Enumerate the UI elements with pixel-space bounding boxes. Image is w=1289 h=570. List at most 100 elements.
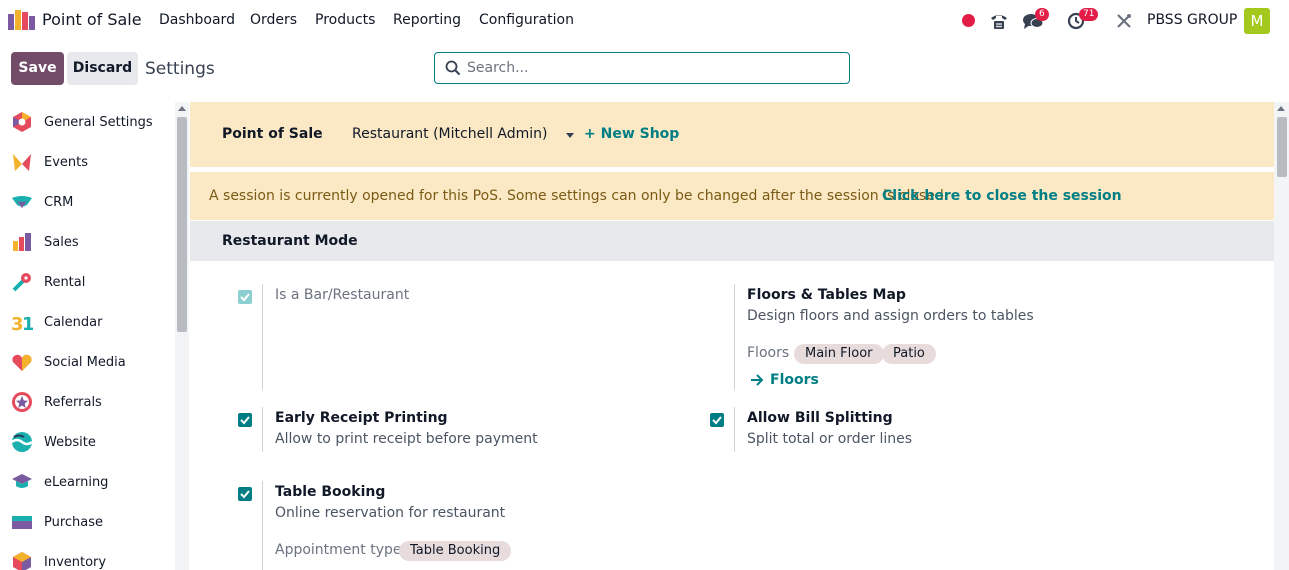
shop-label: Point of Sale — [222, 126, 323, 142]
sidebar-item-elearning[interactable]: eLearning — [0, 462, 175, 502]
sidebar-item-sales[interactable]: Sales — [0, 222, 175, 262]
sidebar-item-crm[interactable]: CRM — [0, 182, 175, 222]
crm-icon — [12, 196, 32, 208]
sidebar-item-label: Website — [44, 434, 96, 450]
floors-desc: Design floors and assign orders to table… — [747, 308, 1034, 324]
scrollbar-thumb[interactable] — [1277, 117, 1287, 177]
table-booking-desc: Online reservation for restaurant — [275, 505, 506, 521]
search-icon — [445, 60, 461, 76]
referrals-icon — [12, 392, 32, 412]
scroll-up-arrow-icon[interactable] — [178, 106, 186, 111]
menu-reporting[interactable]: Reporting — [393, 12, 461, 28]
sidebar-scrollbar[interactable] — [175, 102, 189, 570]
sidebar-item-general-settings[interactable]: General Settings — [0, 102, 175, 142]
check-icon — [240, 293, 250, 302]
sidebar-item-label: Inventory — [44, 554, 107, 570]
page-title: Settings — [145, 59, 215, 79]
session-alert: A session is currently opened for this P… — [190, 172, 1274, 220]
sidebar-item-calendar[interactable]: 3 1 Calendar — [0, 302, 175, 342]
early-receipt-title: Early Receipt Printing — [275, 410, 448, 426]
general-settings-icon — [13, 112, 31, 132]
sidebar-item-social-media[interactable]: Social Media — [0, 342, 175, 382]
appointment-type-label: Appointment type — [275, 542, 402, 558]
menu-dashboard[interactable]: Dashboard — [159, 12, 235, 28]
svg-text:1: 1 — [22, 314, 33, 333]
divider — [262, 407, 263, 452]
sidebar-item-label: Events — [44, 154, 89, 170]
sidebar-item-inventory[interactable]: Inventory — [0, 542, 175, 570]
discard-button[interactable]: Discard — [67, 52, 138, 85]
phone-icon[interactable] — [989, 12, 1009, 30]
events-icon — [13, 154, 31, 171]
bar-restaurant-label: Is a Bar/Restaurant — [275, 287, 410, 303]
user-avatar[interactable]: M — [1244, 8, 1270, 34]
new-shop-button[interactable]: + New Shop — [584, 126, 679, 142]
appointment-type-tag[interactable]: Table Booking — [399, 541, 512, 561]
menu-products[interactable]: Products — [315, 12, 375, 28]
early-receipt-desc: Allow to print receipt before payment — [275, 431, 538, 447]
sidebar-item-label: Purchase — [44, 514, 104, 530]
sidebar-item-label: Sales — [44, 234, 79, 250]
shop-select[interactable]: Restaurant (Mitchell Admin) — [352, 126, 548, 142]
settings-content: Point of Sale Restaurant (Mitchell Admin… — [190, 102, 1274, 570]
social-media-icon — [12, 354, 32, 371]
sidebar-item-label: CRM — [44, 194, 74, 210]
bill-splitting-checkbox[interactable] — [710, 413, 724, 427]
floor-tag[interactable]: Main Floor — [794, 344, 884, 364]
check-icon — [240, 490, 250, 499]
website-icon — [11, 432, 33, 452]
company-switcher[interactable]: PBSS GROUP — [1147, 12, 1237, 28]
main-scrollbar[interactable] — [1274, 102, 1289, 570]
section-header: Restaurant Mode — [190, 221, 1274, 261]
inventory-icon — [13, 552, 31, 570]
section-title: Restaurant Mode — [222, 233, 358, 249]
calendar-icon: 3 1 — [11, 314, 33, 333]
chevron-down-icon[interactable] — [566, 133, 574, 138]
sidebar-item-label: Referrals — [44, 394, 102, 410]
bill-splitting-desc: Split total or order lines — [747, 431, 913, 447]
sidebar-item-website[interactable]: Website — [0, 422, 175, 462]
bar-restaurant-checkbox[interactable] — [238, 290, 252, 304]
tools-icon[interactable] — [1116, 13, 1132, 29]
bill-splitting-title: Allow Bill Splitting — [747, 410, 893, 426]
check-icon — [712, 416, 722, 425]
activities-badge: 71 — [1079, 8, 1099, 21]
sidebar-item-label: Calendar — [44, 314, 103, 330]
search-box[interactable] — [434, 52, 850, 84]
sidebar-item-label: Social Media — [44, 354, 126, 370]
sidebar-item-label: Rental — [44, 274, 86, 290]
alert-text: A session is currently opened for this P… — [209, 188, 949, 204]
sidebar-item-rental[interactable]: Rental — [0, 262, 175, 302]
purchase-icon — [12, 516, 32, 529]
floor-tag[interactable]: Patio — [882, 344, 936, 364]
table-booking-title: Table Booking — [275, 484, 386, 500]
shop-selector-bar: Point of Sale Restaurant (Mitchell Admin… — [190, 102, 1274, 167]
divider — [262, 481, 263, 570]
settings-sidebar: General Settings Events CRM Sales Rental — [0, 102, 175, 570]
arrow-right-icon[interactable] — [750, 374, 764, 386]
sidebar-item-label: General Settings — [44, 114, 153, 130]
sidebar-item-purchase[interactable]: Purchase — [0, 502, 175, 542]
floors-link[interactable]: Floors — [770, 372, 819, 388]
sidebar-item-events[interactable]: Events — [0, 142, 175, 182]
messages-badge: 6 — [1035, 8, 1049, 21]
divider — [262, 284, 263, 390]
pos-app-icon[interactable] — [8, 10, 35, 30]
menu-configuration[interactable]: Configuration — [479, 12, 574, 28]
early-receipt-checkbox[interactable] — [238, 413, 252, 427]
sidebar-item-referrals[interactable]: Referrals — [0, 382, 175, 422]
top-navbar: Point of Sale Dashboard Orders Products … — [0, 0, 1289, 42]
sales-icon — [13, 233, 31, 251]
status-dot-icon[interactable] — [962, 14, 975, 27]
search-input[interactable] — [467, 53, 837, 83]
menu-orders[interactable]: Orders — [250, 12, 297, 28]
scrollbar-thumb[interactable] — [177, 117, 187, 332]
divider — [734, 284, 735, 390]
elearning-icon — [12, 474, 32, 488]
close-session-link[interactable]: Click here to close the session — [882, 188, 1122, 204]
table-booking-checkbox[interactable] — [238, 487, 252, 501]
save-button[interactable]: Save — [11, 52, 64, 85]
sidebar-item-label: eLearning — [44, 474, 109, 490]
app-name[interactable]: Point of Sale — [42, 10, 142, 29]
scroll-up-arrow-icon[interactable] — [1277, 106, 1285, 111]
